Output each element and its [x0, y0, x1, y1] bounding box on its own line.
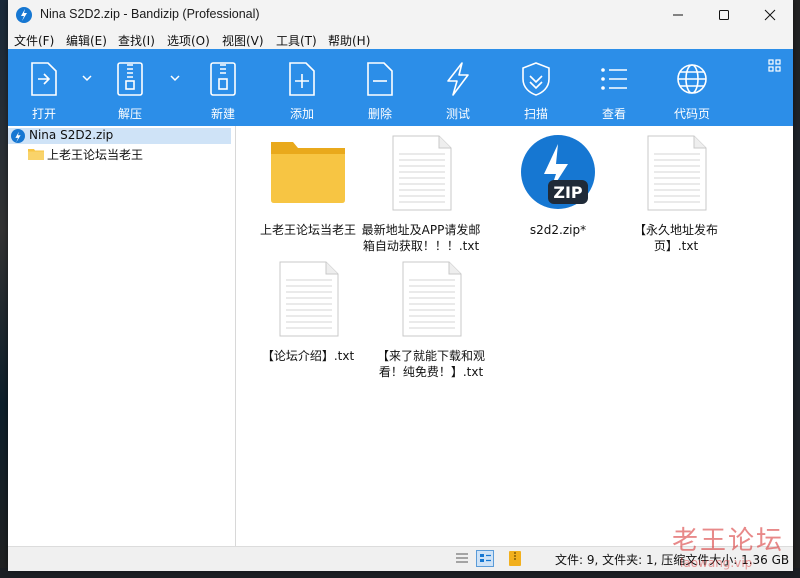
- zip-archive-icon: [11, 129, 25, 143]
- file-item-folder[interactable]: 上老王论坛当老王: [248, 134, 368, 254]
- codepage-label: 代码页: [673, 107, 710, 121]
- add-file-icon: [289, 62, 315, 96]
- file-item-txt[interactable]: 【永久地址发布页】.txt: [616, 134, 736, 254]
- codepage-button[interactable]: 代码页: [660, 49, 724, 126]
- svg-text:ZIP: ZIP: [553, 183, 583, 202]
- test-label: 测试: [445, 107, 470, 121]
- bandizip-app-icon: [16, 7, 32, 23]
- minimize-button[interactable]: [655, 0, 701, 30]
- tree-folder-label: 上老王论坛当老王: [47, 148, 144, 162]
- extract-button[interactable]: 解压: [98, 49, 162, 126]
- scan-label: 扫描: [523, 107, 548, 121]
- zip-file-icon: ZIP: [521, 135, 595, 209]
- layout-grid-icon[interactable]: [768, 59, 782, 73]
- menu-options[interactable]: 选项(O): [167, 32, 210, 49]
- maximize-icon: [719, 10, 729, 20]
- scan-button[interactable]: 扫描: [504, 49, 568, 126]
- open-button[interactable]: 打开: [12, 49, 76, 126]
- text-file-icon: [647, 135, 707, 211]
- menu-bar: 文件(F) 编辑(E) 查找(I) 选项(O) 视图(V) 工具(T) 帮助(H…: [8, 30, 793, 49]
- window-title: Nina S2D2.zip - Bandizip (Professional): [40, 7, 260, 21]
- close-button[interactable]: [747, 0, 793, 30]
- file-name: 上老王论坛当老王: [259, 223, 356, 237]
- file-name: s2d2.zip*: [529, 223, 587, 237]
- file-item-txt[interactable]: 【来了就能下载和观看！纯免费！】.txt: [371, 260, 491, 380]
- watermark-url: laowang.vip: [680, 556, 753, 570]
- file-name: 【永久地址发布页】.txt: [633, 223, 718, 253]
- maximize-button[interactable]: [701, 0, 747, 30]
- menu-file[interactable]: 文件(F): [14, 32, 54, 49]
- file-item-txt[interactable]: 【论坛介绍】.txt: [248, 260, 368, 380]
- extract-dropdown-icon[interactable]: [169, 73, 181, 83]
- delete-file-icon: [367, 62, 393, 96]
- toolbar: 打开 解压 新建 添加 删除 测试 扫描 查看 代码页: [8, 49, 793, 126]
- desktop-background-right: [793, 0, 800, 578]
- folder-tree-pane: Nina S2D2.zip 上老王论坛当老王: [8, 126, 236, 546]
- bandizip-window: Nina S2D2.zip - Bandizip (Professional) …: [8, 0, 793, 571]
- desktop-background-left: [0, 0, 8, 578]
- open-icon: [31, 62, 57, 96]
- tree-root-item[interactable]: Nina S2D2.zip: [8, 128, 231, 144]
- shield-icon: [522, 62, 550, 96]
- add-button[interactable]: 添加: [270, 49, 334, 126]
- details-view-icon[interactable]: [453, 550, 471, 567]
- menu-edit[interactable]: 编辑(E): [66, 32, 107, 49]
- close-icon: [764, 9, 776, 21]
- text-file-icon: [392, 135, 452, 211]
- extract-label: 解压: [117, 107, 142, 121]
- new-archive-icon: [210, 62, 236, 96]
- watermark-text: 老王论坛: [672, 526, 785, 556]
- delete-label: 删除: [367, 107, 392, 121]
- folder-icon: [271, 142, 345, 203]
- menu-help[interactable]: 帮助(H): [328, 32, 370, 49]
- file-item-zip[interactable]: ZIP s2d2.zip*: [498, 134, 618, 254]
- archive-info-icon[interactable]: [506, 550, 524, 567]
- folder-icon: [28, 149, 44, 160]
- list-view-icon: [601, 68, 627, 90]
- file-name: 【论坛介绍】.txt: [261, 349, 355, 363]
- minimize-icon: [673, 14, 683, 16]
- new-label: 新建: [210, 107, 235, 121]
- text-file-icon: [402, 261, 462, 337]
- extract-icon: [117, 62, 143, 96]
- file-name: 【来了就能下载和观看！纯免费！】.txt: [376, 349, 485, 379]
- test-button[interactable]: 测试: [426, 49, 490, 126]
- new-button[interactable]: 新建: [191, 49, 255, 126]
- title-bar[interactable]: Nina S2D2.zip - Bandizip (Professional): [8, 0, 793, 30]
- open-label: 打开: [31, 107, 56, 121]
- text-file-icon: [279, 261, 339, 337]
- menu-find[interactable]: 查找(I): [118, 32, 155, 49]
- menu-view[interactable]: 视图(V): [222, 32, 264, 49]
- open-dropdown-icon[interactable]: [81, 73, 93, 83]
- file-list-pane: 上老王论坛当老王 最新地址及APP请发邮箱自动获取！！！.txt ZIP s2d…: [236, 126, 793, 546]
- menu-tools[interactable]: 工具(T): [276, 32, 317, 49]
- add-label: 添加: [289, 107, 314, 121]
- delete-button[interactable]: 删除: [348, 49, 412, 126]
- view-label: 查看: [601, 107, 626, 121]
- view-button[interactable]: 查看: [582, 49, 646, 126]
- lightning-icon: [447, 62, 469, 96]
- tree-root-label: Nina S2D2.zip: [29, 128, 114, 142]
- globe-icon: [677, 64, 707, 94]
- list-view-toggle-icon[interactable]: [476, 550, 494, 567]
- file-item-txt[interactable]: 最新地址及APP请发邮箱自动获取！！！.txt: [361, 134, 481, 254]
- file-name: 最新地址及APP请发邮箱自动获取！！！.txt: [361, 223, 481, 253]
